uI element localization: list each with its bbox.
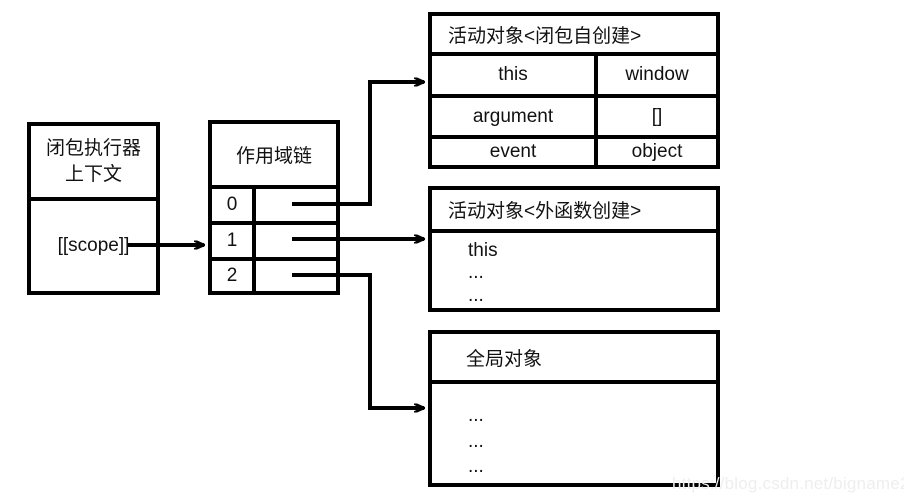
activation-object-closure-value-2: object [598,139,716,165]
activation-object-closure-value-1: [] [598,98,716,135]
scope-chain-value-2 [256,261,336,291]
scope-chain-index-2: 2 [212,261,252,291]
activation-object-outer-item-0: this [468,240,498,261]
global-object-items: ... ... ... [432,384,716,483]
scope-chain-value-0 [256,189,336,221]
watermark: https://blog.csdn.net/bigname22 [672,474,904,493]
closure-context-title: 闭包执行器 上下文 [31,126,156,197]
scope-chain-header: 作用域链 [212,124,336,185]
activation-object-closure-value-0: window [598,56,716,94]
closure-context-title-line1: 闭包执行器 [45,137,141,159]
scope-chain-value-1 [256,225,336,257]
activation-object-outer-item-2: ... [468,284,484,306]
activation-object-closure-title: 活动对象<闭包自创建> [432,16,716,52]
scope-chain-index-1: 1 [212,225,252,257]
scope-property-label: [[scope]] [31,201,156,291]
activation-object-outer-items: this ... ... [432,233,716,308]
activation-object-closure-key-2: event [432,139,594,165]
global-object-item-0: ... [468,405,484,426]
global-object-item-1: ... [468,430,484,452]
activation-object-outer-title: 活动对象<外函数创建> [432,190,716,229]
closure-context-title-line2: 上下文 [64,163,122,185]
diagram-canvas: 闭包执行器 上下文 [[scope]] 作用域链 0 1 2 活动对象<闭包自创… [0,0,904,502]
global-object-title: 全局对象 [432,334,716,380]
activation-object-closure-key-0: this [432,56,594,94]
scope-chain-index-0: 0 [212,189,252,221]
activation-object-closure-key-1: argument [432,98,594,135]
activation-object-outer-item-1: ... [468,262,484,284]
